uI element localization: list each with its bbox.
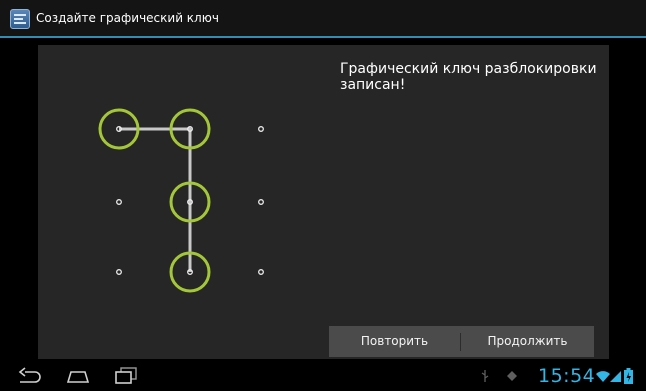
- continue-button[interactable]: Продолжить: [461, 326, 594, 357]
- title-bar: Создайте графический ключ: [0, 0, 646, 38]
- pattern-dot[interactable]: [258, 126, 264, 132]
- status-message: Графический ключ разблокировки записан!: [340, 61, 597, 93]
- pattern-dot[interactable]: [258, 269, 264, 275]
- settings-app-icon[interactable]: [10, 9, 30, 29]
- signal-icon: [610, 371, 621, 382]
- usb-icon: [481, 370, 489, 382]
- content-panel: Графический ключ разблокировки записан! …: [38, 45, 609, 359]
- page-title: Создайте графический ключ: [36, 11, 219, 25]
- pattern-path-line: [119, 127, 192, 272]
- pattern-dot[interactable]: [258, 199, 264, 205]
- recent-apps-icon[interactable]: [114, 367, 138, 385]
- pattern-dot[interactable]: [116, 269, 122, 275]
- back-icon[interactable]: [17, 367, 43, 385]
- clock: 15:54: [538, 365, 596, 387]
- home-icon[interactable]: [66, 367, 90, 385]
- android-debug-icon: [507, 371, 517, 381]
- button-bar: Повторить Продолжить: [329, 326, 594, 357]
- pattern-grid[interactable]: [38, 45, 338, 315]
- pattern-dot[interactable]: [116, 199, 122, 205]
- retry-button[interactable]: Повторить: [329, 326, 460, 357]
- wifi-icon: [596, 371, 610, 382]
- system-navigation-bar: 15:54: [0, 361, 646, 391]
- battery-icon: [624, 368, 633, 384]
